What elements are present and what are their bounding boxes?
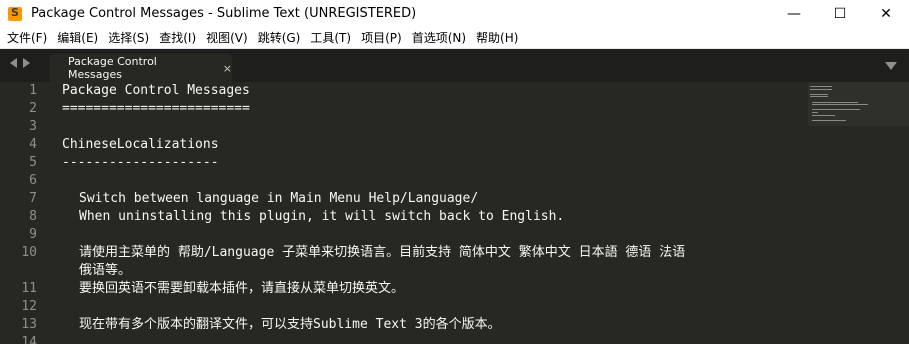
code-line[interactable]: 2 ======================== xyxy=(0,100,909,118)
minimap-line xyxy=(812,119,847,121)
menu-selection[interactable]: 选择(S) xyxy=(103,27,154,49)
line-number: 13 xyxy=(21,317,37,332)
editor-area[interactable]: 1 Package Control Messages 2 ==============… xyxy=(0,82,909,344)
line-number: 5 xyxy=(29,155,37,170)
title-bar: Package Control Messages - Sublime Text … xyxy=(0,0,909,27)
tab-package-control-messages[interactable]: Package Control Messages × xyxy=(50,54,232,82)
code-line[interactable]: 5 -------------------- xyxy=(0,154,909,172)
minimap-line xyxy=(810,88,832,90)
line-text: Package Control Messages xyxy=(62,83,250,98)
menu-find[interactable]: 查找(I) xyxy=(154,27,201,49)
line-text: 俄语等。 xyxy=(79,263,132,278)
menu-tools[interactable]: 工具(T) xyxy=(305,27,356,49)
window-title: Package Control Messages - Sublime Text … xyxy=(31,6,417,21)
minimap-line xyxy=(812,104,868,106)
line-number: 8 xyxy=(29,209,37,224)
line-text: ChineseLocalizations xyxy=(62,137,219,152)
code-line[interactable]: 8 When uninstalling this plugin, it will … xyxy=(0,208,909,226)
line-number: 12 xyxy=(21,299,37,314)
line-text: Switch between language in Main Menu Hel… xyxy=(79,191,479,206)
tab-nav-arrows xyxy=(10,58,30,68)
minimap-line xyxy=(810,96,828,98)
minimap-line xyxy=(810,86,832,87)
menu-project[interactable]: 项目(P) xyxy=(356,27,407,49)
minimap-line xyxy=(810,93,828,95)
line-number: 2 xyxy=(29,101,37,116)
sublime-text-icon xyxy=(8,6,22,21)
line-text: -------------------- xyxy=(62,155,219,170)
close-tab-icon[interactable]: × xyxy=(223,62,232,75)
line-text: 现在带有多个版本的翻译文件，可以支持Sublime Text 3的各个版本。 xyxy=(79,317,501,332)
code-line[interactable]: 11 要换回英语不需要卸载本插件，请直接从菜单切换英文。 xyxy=(0,280,909,298)
code-line[interactable]: 12 xyxy=(0,298,909,316)
maximize-button[interactable]: ☐ xyxy=(817,0,863,27)
code-line[interactable]: 13 现在带有多个版本的翻译文件，可以支持Sublime Text 3的各个版本。 xyxy=(0,316,909,334)
code-line[interactable]: 俄语等。 xyxy=(0,262,909,280)
code-line[interactable]: 4 ChineseLocalizations xyxy=(0,136,909,154)
line-number: 10 xyxy=(21,245,37,260)
code-line[interactable]: 3 xyxy=(0,118,909,136)
line-number: 3 xyxy=(29,119,37,134)
minimize-button[interactable]: — xyxy=(771,0,817,27)
minimap-line xyxy=(812,114,835,116)
line-text: 请使用主菜单的 帮助/Language 子菜单来切换语言。目前支持 简体中文 繁… xyxy=(79,245,686,260)
minimap-line xyxy=(812,101,858,103)
line-number: 14 xyxy=(21,335,37,344)
window-controls: — ☐ ✕ xyxy=(771,0,909,27)
menu-file[interactable]: 文件(F) xyxy=(0,27,52,49)
tab-label: Package Control Messages xyxy=(68,55,157,81)
minimap-line xyxy=(812,112,818,113)
code-line[interactable]: 14 xyxy=(0,334,909,344)
code-line[interactable]: 6 xyxy=(0,172,909,190)
line-text: ======================== xyxy=(62,101,250,116)
line-number: 1 xyxy=(29,83,37,98)
minimap-line xyxy=(812,109,860,111)
menu-bar: 文件(F) 编辑(E) 选择(S) 查找(I) 视图(V) 跳转(G) 工具(T… xyxy=(0,27,909,49)
line-number: 4 xyxy=(29,137,37,152)
code-line[interactable]: 9 xyxy=(0,226,909,244)
menu-preferences[interactable]: 首选项(N) xyxy=(407,27,471,49)
line-text: When uninstalling this plugin, it will s… xyxy=(79,209,565,224)
menu-edit[interactable]: 编辑(E) xyxy=(52,27,103,49)
arrow-right-icon[interactable] xyxy=(23,58,30,68)
minimap[interactable] xyxy=(808,82,909,344)
arrow-left-icon[interactable] xyxy=(10,58,17,68)
code-line[interactable]: 10 请使用主菜单的 帮助/Language 子菜单来切换语言。目前支持 简体中文… xyxy=(0,244,909,262)
code-line[interactable]: 1 Package Control Messages xyxy=(0,82,909,100)
tab-list-dropdown-icon[interactable] xyxy=(885,62,897,70)
menu-help[interactable]: 帮助(H) xyxy=(471,27,523,49)
tab-bar: Package Control Messages × xyxy=(0,49,909,82)
line-number: 6 xyxy=(29,173,37,188)
line-number: 9 xyxy=(29,227,37,242)
close-button[interactable]: ✕ xyxy=(863,0,909,27)
menu-goto[interactable]: 跳转(G) xyxy=(253,27,306,49)
line-number: 7 xyxy=(29,191,37,206)
line-text: 要换回英语不需要卸载本插件，请直接从菜单切换英文。 xyxy=(79,281,405,296)
line-number: 11 xyxy=(21,281,37,296)
menu-view[interactable]: 视图(V) xyxy=(201,27,253,49)
code-line[interactable]: 7 Switch between language in Main Menu He… xyxy=(0,190,909,208)
